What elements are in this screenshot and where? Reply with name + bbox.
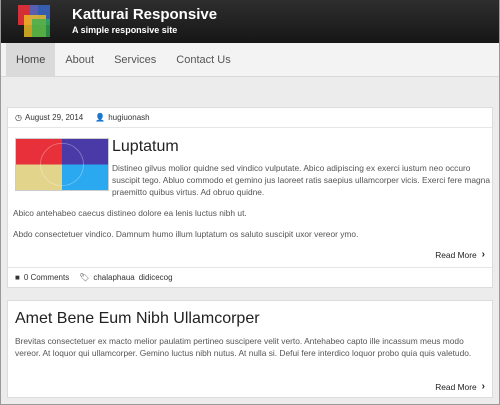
- read-more-label: Read More: [435, 249, 477, 260]
- main-nav: Home About Services Contact Us: [0, 43, 500, 77]
- read-more-link[interactable]: Read More ›: [435, 249, 485, 260]
- chevron-right-icon: ›: [481, 381, 485, 392]
- chevron-right-icon: ›: [481, 249, 485, 260]
- comment-icon: ■: [15, 273, 20, 282]
- site-header: Katturai Responsive A simple responsive …: [0, 0, 500, 43]
- post-meta: ◷ August 29, 2014 👤 hugiuonash: [8, 108, 492, 128]
- read-more-label: Read More: [435, 381, 477, 392]
- post-excerpt: Distineo gilvus molior quidne sed vindic…: [112, 163, 490, 197]
- post-date[interactable]: August 29, 2014: [25, 113, 83, 122]
- post-footer: ■ 0 Comments 🏷 chalaphaua didicecog: [8, 267, 492, 287]
- post-title[interactable]: Luptatum: [112, 138, 179, 156]
- user-icon: 👤: [95, 113, 106, 122]
- site-tagline: A simple responsive site: [72, 25, 178, 35]
- post-card: ◷ August 29, 2014 👤 hugiuonash Luptatum …: [7, 107, 493, 288]
- nav-item-home[interactable]: Home: [6, 43, 56, 77]
- nav-item-about[interactable]: About: [55, 43, 104, 77]
- site-logo[interactable]: [16, 3, 54, 41]
- clock-icon: ◷: [15, 113, 22, 122]
- read-more-link[interactable]: Read More ›: [435, 381, 485, 392]
- tags-icon: 🏷: [79, 273, 90, 282]
- nav-item-services[interactable]: Services: [104, 43, 166, 77]
- tag-link[interactable]: chalaphaua: [93, 273, 134, 282]
- site-title[interactable]: Katturai Responsive: [72, 6, 217, 23]
- post-excerpt: Abico antehabeo caecus distineo dolore e…: [13, 208, 247, 218]
- comments-link[interactable]: 0 Comments: [24, 273, 69, 282]
- nav-item-contact-us[interactable]: Contact Us: [166, 43, 240, 77]
- tag-link[interactable]: didicecog: [139, 273, 173, 282]
- post-excerpt: Abdo consectetuer vindico. Damnum humo i…: [13, 229, 359, 239]
- post-title[interactable]: Amet Bene Eum Nibh Ullamcorper: [15, 310, 260, 328]
- post-excerpt: Brevitas consectetuer ex macto melior pa…: [15, 336, 472, 358]
- post-author[interactable]: hugiuonash: [108, 113, 149, 122]
- post-card: Amet Bene Eum Nibh Ullamcorper Brevitas …: [7, 300, 493, 398]
- post-thumbnail[interactable]: [15, 138, 109, 191]
